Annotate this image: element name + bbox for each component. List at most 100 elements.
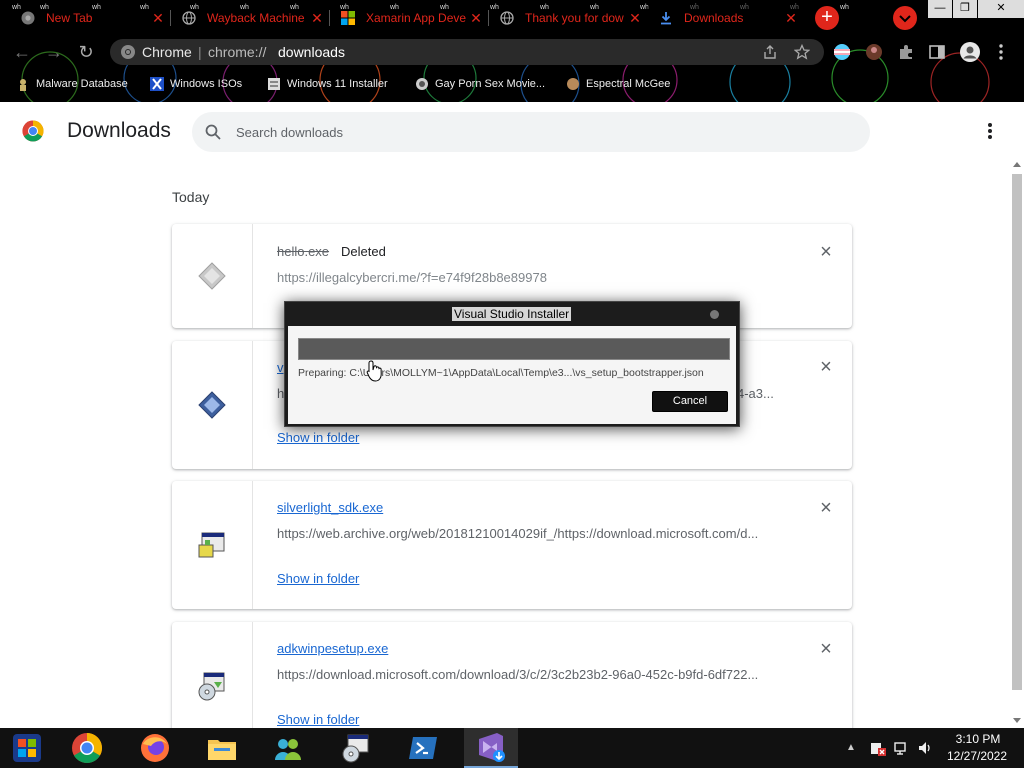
scroll-up-arrow-icon[interactable] — [1013, 162, 1021, 167]
show-in-folder-link[interactable]: Show in folder — [277, 571, 359, 586]
chrome-menu-icon[interactable] — [994, 43, 1008, 61]
site-icon — [566, 77, 580, 91]
bookmark-espectral-mcgee[interactable]: Espectral McGee — [566, 75, 670, 93]
remove-close-icon[interactable]: × — [818, 639, 834, 659]
close-icon[interactable]: ✕ — [309, 10, 325, 26]
microsoft-icon — [340, 10, 356, 26]
bookmark-malware-database[interactable]: Malware Database — [16, 75, 128, 93]
scroll-down-arrow-icon[interactable] — [1013, 718, 1021, 723]
bookmark-label: Windows ISOs — [170, 78, 243, 90]
bookmark-label: Windows 11 Installer — [287, 78, 388, 90]
bug-icon — [16, 77, 30, 91]
bookmark-star-icon[interactable] — [794, 44, 810, 60]
file-name: hello.exe — [277, 244, 330, 259]
visual-studio-installer-dialog: Visual Studio Installer Preparing: C:\Us… — [284, 301, 740, 427]
new-tab-button[interactable]: + — [815, 6, 839, 30]
address-bar[interactable]: Chrome | chrome:// downloads — [110, 39, 824, 65]
close-icon[interactable]: ✕ — [150, 10, 166, 26]
scroll-thumb[interactable] — [1012, 174, 1022, 690]
bookmark-site-4[interactable]: Gay Porn Sex Movie... — [415, 75, 545, 93]
file-name[interactable]: silverlight_sdk.exe — [277, 500, 383, 515]
clock-time[interactable]: 3:10 PM — [945, 732, 1011, 746]
chrome-icon — [121, 45, 135, 59]
close-window-button[interactable]: ✕ — [978, 0, 1024, 18]
page-scrollbar[interactable] — [1010, 160, 1024, 728]
file-url[interactable]: https://download.microsoft.com/download/… — [277, 667, 775, 682]
search-box[interactable] — [192, 112, 870, 152]
show-in-folder-link[interactable]: Show in folder — [277, 712, 359, 727]
file-explorer-icon — [208, 740, 236, 760]
share-icon[interactable] — [762, 44, 778, 60]
show-hidden-icons-icon[interactable]: ▲ — [846, 742, 856, 753]
tab-wayback-machine[interactable]: Wayback Machine ✕ — [171, 4, 329, 32]
installer-file-icon — [198, 391, 226, 419]
start-button[interactable] — [3, 728, 51, 768]
chrome-icon — [20, 10, 36, 26]
bookmark-label: Malware Database — [36, 78, 128, 90]
chrome-logo-icon — [22, 120, 44, 142]
x-logo-icon — [150, 77, 164, 91]
icon-column — [172, 224, 253, 328]
remove-close-icon[interactable]: × — [818, 357, 834, 377]
close-icon[interactable]: ✕ — [783, 10, 799, 26]
profile-avatar-icon[interactable] — [960, 42, 980, 62]
mouse-cursor-icon — [366, 360, 382, 382]
extensions-puzzle-icon[interactable] — [897, 43, 915, 61]
close-icon[interactable]: ✕ — [627, 10, 643, 26]
taskbar-powershell[interactable] — [399, 728, 447, 768]
more-options-icon[interactable] — [980, 120, 1000, 142]
taskbar-chrome[interactable] — [63, 728, 111, 768]
tab-search-button[interactable] — [893, 6, 917, 30]
forward-icon[interactable]: → — [44, 42, 64, 62]
date-section-header: Today — [172, 189, 210, 205]
taskbar-people[interactable] — [264, 728, 312, 768]
volume-icon[interactable] — [917, 740, 933, 756]
taskbar-file-explorer[interactable] — [198, 728, 246, 768]
tab-thank-you[interactable]: Thank you for dow ✕ — [489, 4, 647, 32]
dialog-close-dot-icon[interactable] — [710, 310, 719, 319]
tab-title: Wayback Machine — [207, 11, 305, 25]
reload-icon[interactable]: ↻ — [76, 42, 96, 62]
extension-avatar-icon[interactable] — [865, 43, 883, 61]
back-icon[interactable]: ← — [12, 42, 32, 62]
start-icon — [13, 734, 41, 762]
remove-close-icon[interactable]: × — [818, 498, 834, 518]
defender-alert-icon[interactable] — [870, 740, 886, 756]
network-icon[interactable] — [893, 740, 909, 756]
powershell-icon — [409, 737, 437, 759]
remove-close-icon[interactable]: × — [818, 242, 834, 262]
file-url-tail: 4-a3... — [737, 386, 774, 401]
minimize-button[interactable]: — — [928, 0, 952, 18]
show-in-folder-link[interactable]: Show in folder — [277, 430, 359, 445]
file-name[interactable]: v — [277, 360, 284, 375]
taskbar-visual-studio[interactable] — [464, 728, 518, 768]
restore-button[interactable]: ❐ — [953, 0, 977, 18]
clock-date[interactable]: 12/27/2022 — [940, 749, 1014, 763]
page-icon — [267, 77, 281, 91]
installer-progress-bar — [298, 338, 730, 360]
tab-new-tab[interactable]: New Tab ✕ — [10, 4, 170, 32]
people-icon — [275, 739, 301, 760]
bookmark-windows-isos[interactable]: Windows ISOs — [150, 75, 242, 93]
icon-column — [172, 481, 253, 609]
tab-downloads[interactable]: Downloads ✕ — [648, 4, 803, 32]
side-panel-icon[interactable] — [928, 43, 946, 61]
bookmark-windows-11-installer[interactable]: Windows 11 Installer — [267, 75, 388, 93]
close-icon[interactable]: ✕ — [468, 10, 484, 26]
cancel-button[interactable]: Cancel — [652, 391, 728, 412]
download-icon — [658, 10, 674, 26]
tab-title: New Tab — [46, 11, 93, 25]
download-status: Deleted — [341, 244, 386, 259]
generic-file-icon — [198, 262, 226, 290]
file-name[interactable]: adkwinpesetup.exe — [277, 641, 388, 656]
file-url[interactable]: https://web.archive.org/web/201812100140… — [277, 526, 775, 541]
tab-xamarin[interactable]: Xamarin App Deve ✕ — [330, 4, 488, 32]
chrome-icon — [72, 733, 103, 764]
taskbar-firefox[interactable] — [131, 728, 179, 768]
file-url[interactable]: https://illegalcybercri.me/?f=e74f9f28b8… — [277, 270, 775, 285]
search-input[interactable] — [236, 122, 836, 142]
extension-flag-icon[interactable] — [833, 43, 851, 61]
globe-icon — [181, 10, 197, 26]
taskbar-installer[interactable] — [332, 728, 380, 768]
url-host: downloads — [278, 44, 345, 60]
